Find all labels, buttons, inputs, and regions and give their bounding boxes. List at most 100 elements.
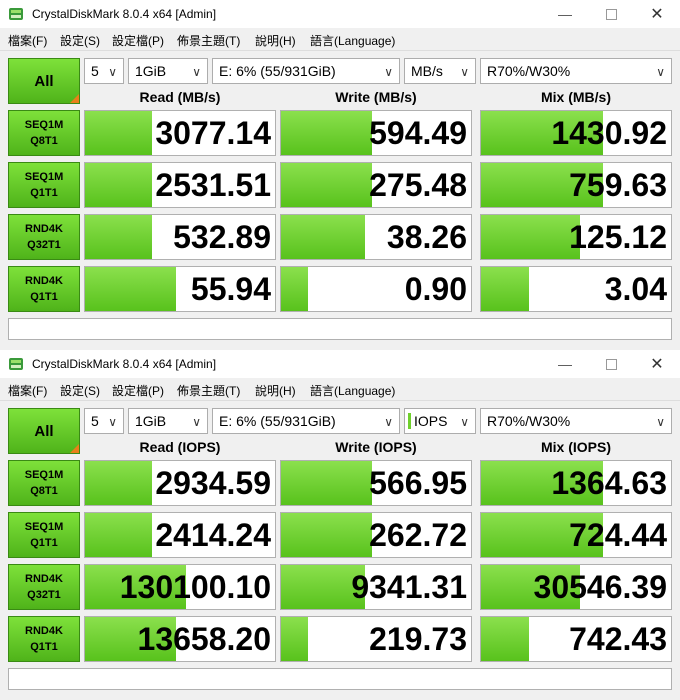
window-title: CrystalDiskMark 8.0.4 x64 [Admin] xyxy=(32,357,217,371)
result-value: 275.48 xyxy=(369,167,467,203)
test-button[interactable]: SEQ1M Q1T1 xyxy=(8,512,80,558)
column-header-read: Read (MB/s) xyxy=(139,89,221,105)
test-name: RND4K xyxy=(25,223,63,235)
menu-item[interactable]: 設定(S) xyxy=(60,32,100,49)
result-bar xyxy=(85,513,152,557)
comment-field[interactable] xyxy=(8,668,672,690)
crystaldiskmark-app-icon xyxy=(8,6,24,22)
menu-item[interactable]: 檔案(F) xyxy=(8,382,47,399)
result-value: 532.89 xyxy=(173,219,271,255)
column-header-read: Read (IOPS) xyxy=(139,439,221,455)
mix-select-value: R70%/W30% xyxy=(487,63,571,79)
title-bar: CrystalDiskMark 8.0.4 x64 [Admin] — ✕ xyxy=(0,350,680,378)
result-bar xyxy=(281,163,373,207)
drive-select-value: E: 6% (55/931GiB) xyxy=(219,63,336,79)
chevron-down-icon: ∨ xyxy=(460,65,469,79)
result-value: 1430.92 xyxy=(551,115,667,151)
maximize-button[interactable] xyxy=(588,350,634,378)
count-select-value: 5 xyxy=(91,413,99,429)
chevron-down-icon: ∨ xyxy=(384,65,393,79)
result-cell-mix: 742.43 xyxy=(480,616,672,662)
corner-marker xyxy=(70,94,79,103)
unit-indicator xyxy=(408,413,411,429)
minimize-button[interactable]: — xyxy=(542,350,588,378)
menu-item[interactable]: 語言(Language) xyxy=(310,382,395,399)
result-bar xyxy=(481,617,529,661)
result-value: 38.26 xyxy=(386,219,467,255)
test-name: SEQ1M xyxy=(24,119,64,131)
all-button-label: All xyxy=(34,72,54,90)
result-cell-mix: 3.04 xyxy=(480,266,672,312)
chevron-down-icon: ∨ xyxy=(108,65,117,79)
result-bar xyxy=(85,461,152,505)
close-button[interactable]: ✕ xyxy=(634,0,680,28)
unit-select[interactable]: MB/s ∨ xyxy=(404,58,476,84)
test-name: RND4K xyxy=(25,625,63,637)
close-button[interactable]: ✕ xyxy=(634,350,680,378)
maximize-icon xyxy=(605,8,617,20)
result-bar xyxy=(281,267,308,311)
result-value: 0.90 xyxy=(404,271,467,307)
menu-item[interactable]: 語言(Language) xyxy=(310,32,395,49)
menu-item[interactable]: 佈景主題(T) xyxy=(177,32,240,49)
result-bar xyxy=(481,215,580,259)
column-header-mix: Mix (IOPS) xyxy=(540,439,611,455)
chevron-down-icon: ∨ xyxy=(656,65,665,79)
test-params: Q1T1 xyxy=(30,537,58,549)
result-bar xyxy=(281,111,373,155)
test-button[interactable]: RND4K Q32T1 xyxy=(8,214,80,260)
mix-select-value: R70%/W30% xyxy=(487,413,571,429)
result-cell-read: 532.89 xyxy=(84,214,276,260)
mix-select[interactable]: R70%/W30% ∨ xyxy=(480,58,672,84)
size-select[interactable]: 1GiB ∨ xyxy=(128,58,208,84)
unit-select[interactable]: IOPS ∨ xyxy=(404,408,476,434)
result-cell-mix: 125.12 xyxy=(480,214,672,260)
menu-item[interactable]: 佈景主題(T) xyxy=(177,382,240,399)
count-select[interactable]: 5 ∨ xyxy=(84,408,124,434)
test-name: SEQ1M xyxy=(24,469,64,481)
result-cell-write: 219.73 xyxy=(280,616,472,662)
test-button[interactable]: RND4K Q32T1 xyxy=(8,564,80,610)
result-value: 13658.20 xyxy=(137,621,271,657)
result-value: 262.72 xyxy=(369,517,467,553)
size-select[interactable]: 1GiB ∨ xyxy=(128,408,208,434)
result-cell-mix: 724.44 xyxy=(480,512,672,558)
drive-select-value: E: 6% (55/931GiB) xyxy=(219,413,336,429)
result-value: 125.12 xyxy=(569,219,667,255)
maximize-button[interactable] xyxy=(588,0,634,28)
menu-item[interactable]: 說明(H) xyxy=(255,32,296,49)
test-button[interactable]: SEQ1M Q8T1 xyxy=(8,110,80,156)
test-button[interactable]: RND4K Q1T1 xyxy=(8,266,80,312)
close-icon: ✕ xyxy=(650,356,664,373)
count-select[interactable]: 5 ∨ xyxy=(84,58,124,84)
window-title: CrystalDiskMark 8.0.4 x64 [Admin] xyxy=(32,7,217,21)
result-cell-mix: 1430.92 xyxy=(480,110,672,156)
result-cell-read: 13658.20 xyxy=(84,616,276,662)
test-button[interactable]: SEQ1M Q1T1 xyxy=(8,162,80,208)
menu-bar: 檔案(F) 設定(S) 設定檔(P) 佈景主題(T) 說明(H) 語言(Language) xyxy=(0,378,680,401)
menu-item[interactable]: 設定檔(P) xyxy=(112,382,164,399)
drive-select[interactable]: E: 6% (55/931GiB) ∨ xyxy=(212,58,400,84)
result-bar xyxy=(281,215,365,259)
minimize-icon: — xyxy=(558,6,572,22)
all-button[interactable]: All xyxy=(8,408,80,454)
menu-item[interactable]: 說明(H) xyxy=(255,382,296,399)
menu-item[interactable]: 設定(S) xyxy=(60,382,100,399)
test-name: SEQ1M xyxy=(24,521,64,533)
minimize-button[interactable]: — xyxy=(542,0,588,28)
mix-select[interactable]: R70%/W30% ∨ xyxy=(480,408,672,434)
test-name: SEQ1M xyxy=(24,171,64,183)
comment-field[interactable] xyxy=(8,318,672,340)
menu-item[interactable]: 檔案(F) xyxy=(8,32,47,49)
result-cell-mix: 759.63 xyxy=(480,162,672,208)
result-bar xyxy=(85,215,152,259)
close-icon: ✕ xyxy=(650,6,664,23)
test-button[interactable]: SEQ1M Q8T1 xyxy=(8,460,80,506)
drive-select[interactable]: E: 6% (55/931GiB) ∨ xyxy=(212,408,400,434)
all-button[interactable]: All xyxy=(8,58,80,104)
menu-item[interactable]: 設定檔(P) xyxy=(112,32,164,49)
chevron-down-icon: ∨ xyxy=(192,65,201,79)
test-button[interactable]: RND4K Q1T1 xyxy=(8,616,80,662)
test-params: Q1T1 xyxy=(30,187,58,199)
title-bar: CrystalDiskMark 8.0.4 x64 [Admin] — ✕ xyxy=(0,0,680,28)
